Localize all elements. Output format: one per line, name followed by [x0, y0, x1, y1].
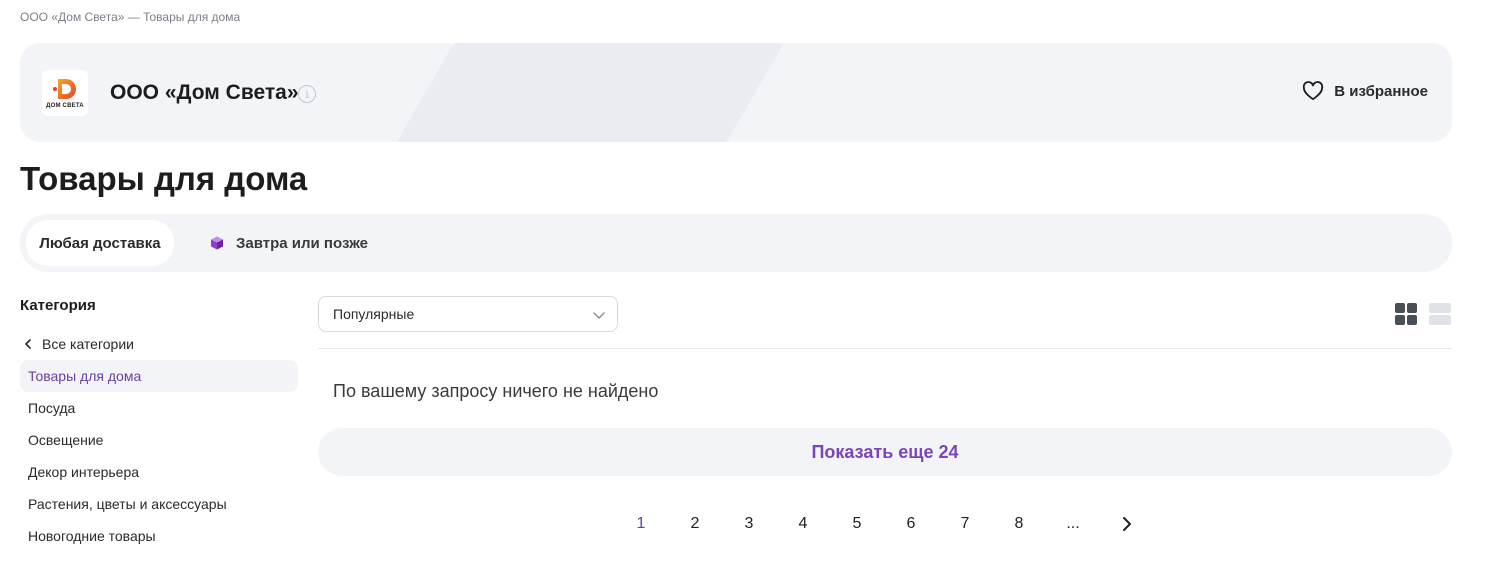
page-1[interactable]: 1 [614, 508, 668, 540]
category-list: Все категории Товары для дома Посуда Осв… [20, 328, 298, 552]
seller-logo[interactable]: ДОМ СВЕТА [42, 70, 88, 116]
breadcrumb[interactable]: ООО «Дом Света» — Товары для дома [20, 10, 240, 24]
seller-name: ООО «Дом Света» [110, 81, 299, 104]
sort-selected-value: Популярные [333, 306, 415, 322]
grid-cell [1395, 303, 1405, 313]
page-8[interactable]: 8 [992, 508, 1046, 540]
banner-decor-shape [378, 43, 802, 142]
sort-select[interactable]: Популярные [318, 296, 618, 332]
chevron-right-icon [1123, 517, 1131, 531]
tab-tomorrow-or-later[interactable]: Завтра или позже [206, 220, 372, 266]
pagination: 1 2 3 4 5 6 7 8 ... [614, 508, 1154, 540]
next-page-button[interactable] [1100, 508, 1154, 540]
sidebar-item-new-year[interactable]: Новогодние товары [20, 520, 298, 552]
list-row [1429, 303, 1451, 313]
page-7[interactable]: 7 [938, 508, 992, 540]
page-4[interactable]: 4 [776, 508, 830, 540]
cube-icon [211, 236, 223, 250]
logo-mark-icon [52, 77, 78, 101]
add-to-favorites-button[interactable]: В избранное [1302, 81, 1428, 101]
chevron-left-icon [25, 339, 31, 349]
grid-cell [1407, 315, 1417, 325]
all-categories-link[interactable]: Все категории [20, 328, 298, 360]
grid-cell [1395, 315, 1405, 325]
sidebar-item-interior-decor[interactable]: Декор интерьера [20, 456, 298, 488]
show-more-button[interactable]: Показать еще 24 [318, 428, 1452, 476]
page-title: Товары для дома [20, 160, 308, 197]
seller-banner: ДОМ СВЕТА ООО «Дом Света» i В избранное [20, 43, 1452, 142]
chevron-down-icon [593, 312, 605, 319]
page-ellipsis[interactable]: ... [1046, 508, 1100, 540]
page-3[interactable]: 3 [722, 508, 776, 540]
page-6[interactable]: 6 [884, 508, 938, 540]
sidebar-item-lighting[interactable]: Освещение [20, 424, 298, 456]
info-icon[interactable]: i [298, 85, 316, 103]
page-2[interactable]: 2 [668, 508, 722, 540]
tab-label: Любая доставка [39, 234, 161, 252]
sidebar-title: Категория [20, 297, 96, 314]
list-view-icon[interactable] [1429, 303, 1451, 325]
list-row [1429, 315, 1451, 325]
tab-any-delivery[interactable]: Любая доставка [26, 220, 174, 266]
logo-text: ДОМ СВЕТА [46, 103, 84, 109]
heart-icon [1303, 81, 1324, 101]
sidebar-item-tableware[interactable]: Посуда [20, 392, 298, 424]
sidebar-item-plants[interactable]: Растения, цветы и аксессуары [20, 488, 298, 520]
grid-view-icon[interactable] [1395, 303, 1417, 325]
page-5[interactable]: 5 [830, 508, 884, 540]
sidebar-item-home-goods[interactable]: Товары для дома [20, 360, 298, 392]
empty-results-message: По вашему запросу ничего не найдено [333, 381, 659, 401]
results-divider [318, 348, 1452, 349]
favorite-label: В избранное [1334, 82, 1428, 100]
all-categories-label: Все категории [42, 336, 134, 352]
tab-label: Завтра или позже [236, 234, 368, 252]
grid-cell [1407, 303, 1417, 313]
delivery-filter: Любая доставка Завтра или позже [20, 214, 1452, 272]
